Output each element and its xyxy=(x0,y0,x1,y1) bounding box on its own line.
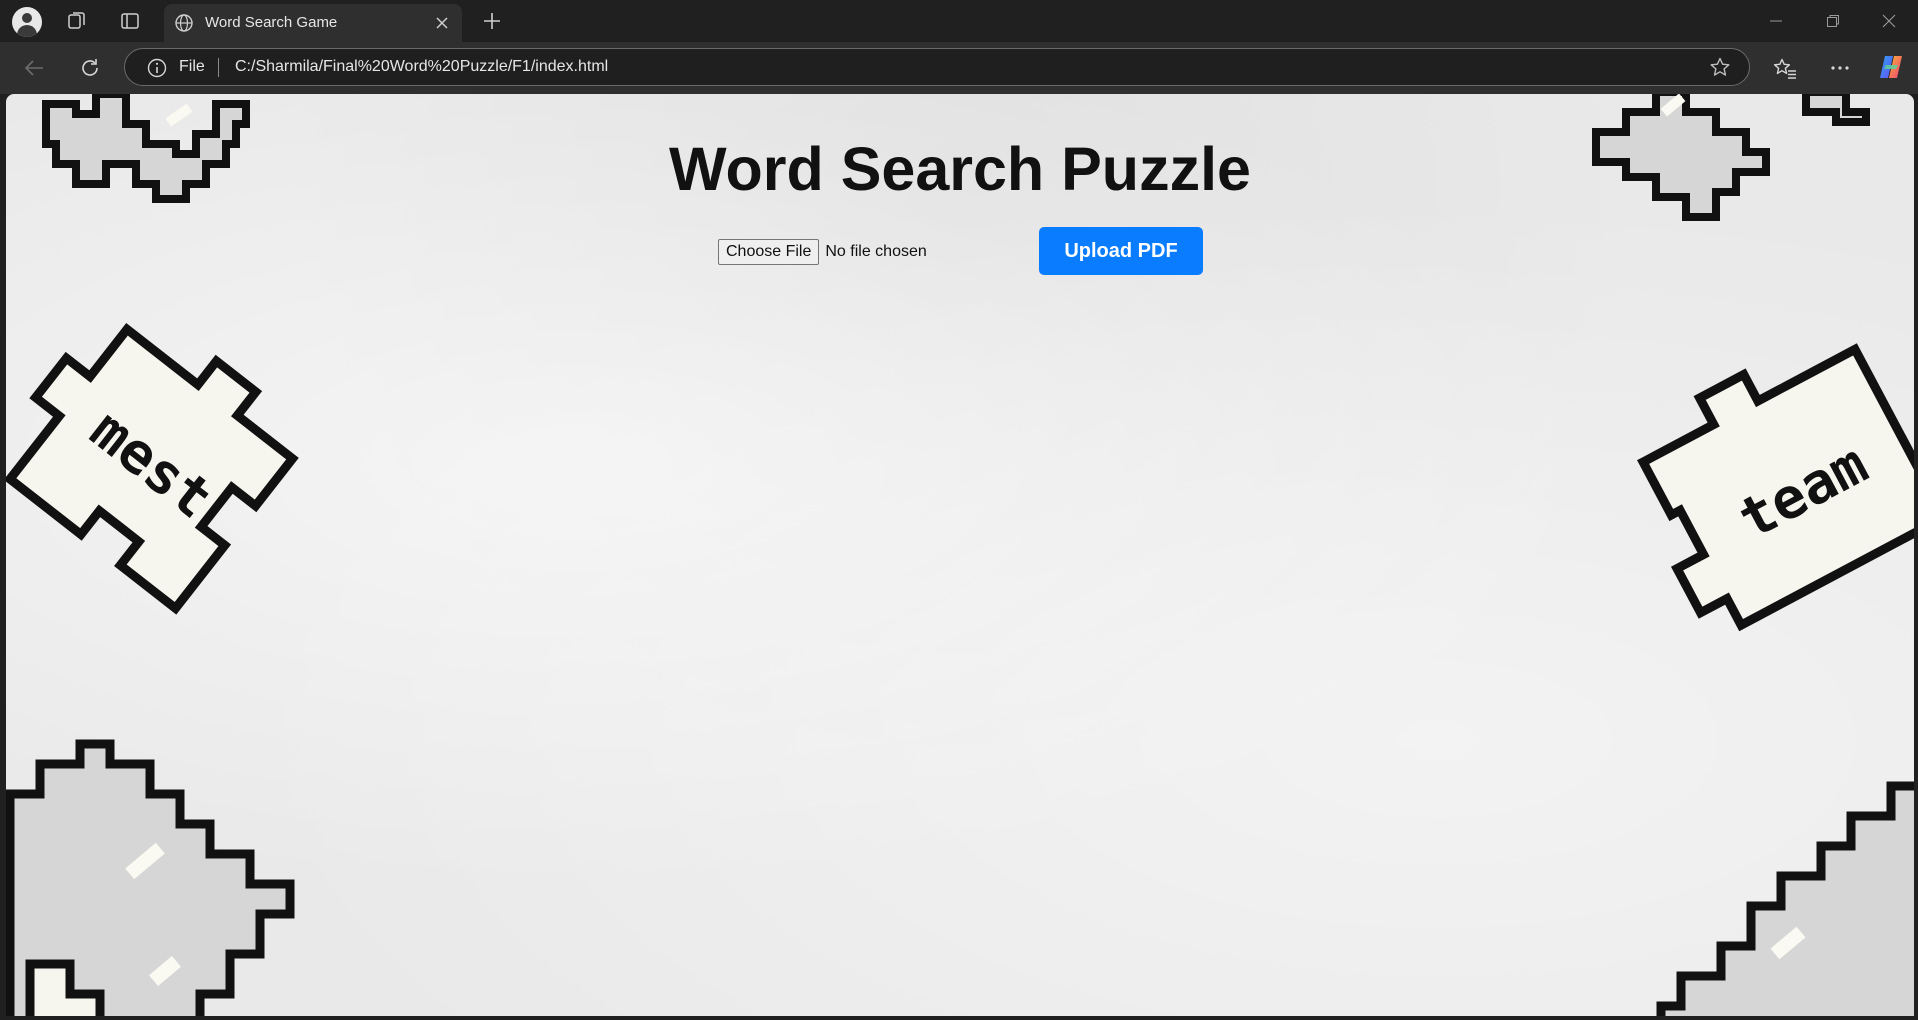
browser-toolbar: File C:/Sharmila/Final%20Word%20Puzzle/F… xyxy=(0,42,1918,94)
site-info-icon[interactable] xyxy=(146,57,168,84)
puzzle-piece-decoration-right: team xyxy=(1637,343,1914,632)
active-tab[interactable]: Word Search Game xyxy=(164,4,462,42)
puzzle-piece-decoration-bottom-left xyxy=(6,739,295,1016)
close-window-icon[interactable] xyxy=(1866,6,1912,36)
workspaces-icon[interactable] xyxy=(63,8,91,34)
browser-tab-strip: Word Search Game xyxy=(0,0,1918,42)
tab-title: Word Search Game xyxy=(205,14,338,31)
close-tab-icon[interactable] xyxy=(432,13,452,33)
page-viewport: mest team Word Search Puzzle Choose File… xyxy=(6,94,1914,1016)
vertical-tabs-icon[interactable] xyxy=(116,8,144,34)
puzzle-piece-decoration-left: mest xyxy=(6,323,299,615)
file-input[interactable]: Choose File No file chosen xyxy=(718,239,927,265)
address-bar[interactable]: File C:/Sharmila/Final%20Word%20Puzzle/F… xyxy=(124,48,1750,86)
back-arrow-icon[interactable] xyxy=(18,52,50,84)
choose-file-button[interactable]: Choose File xyxy=(718,239,820,265)
url-text[interactable]: C:/Sharmila/Final%20Word%20Puzzle/F1/ind… xyxy=(235,58,608,76)
page-title: Word Search Puzzle xyxy=(669,135,1251,203)
favorites-icon[interactable] xyxy=(1769,52,1801,84)
copilot-icon[interactable] xyxy=(1876,52,1906,82)
url-scheme-label: File xyxy=(179,58,205,75)
minimize-window-icon[interactable] xyxy=(1753,6,1799,36)
file-status-text: No file chosen xyxy=(825,243,927,260)
puzzle-piece-decoration-bottom-right xyxy=(1656,781,1914,1016)
more-options-icon[interactable] xyxy=(1824,52,1856,84)
reload-icon[interactable] xyxy=(74,52,106,84)
restore-window-icon[interactable] xyxy=(1810,6,1856,36)
upload-pdf-button[interactable]: Upload PDF xyxy=(1039,227,1203,275)
profile-avatar-icon[interactable] xyxy=(12,7,42,37)
address-separator xyxy=(218,58,219,77)
globe-icon xyxy=(174,13,194,38)
favorite-star-icon[interactable] xyxy=(1709,56,1731,83)
new-tab-icon[interactable] xyxy=(478,8,506,34)
